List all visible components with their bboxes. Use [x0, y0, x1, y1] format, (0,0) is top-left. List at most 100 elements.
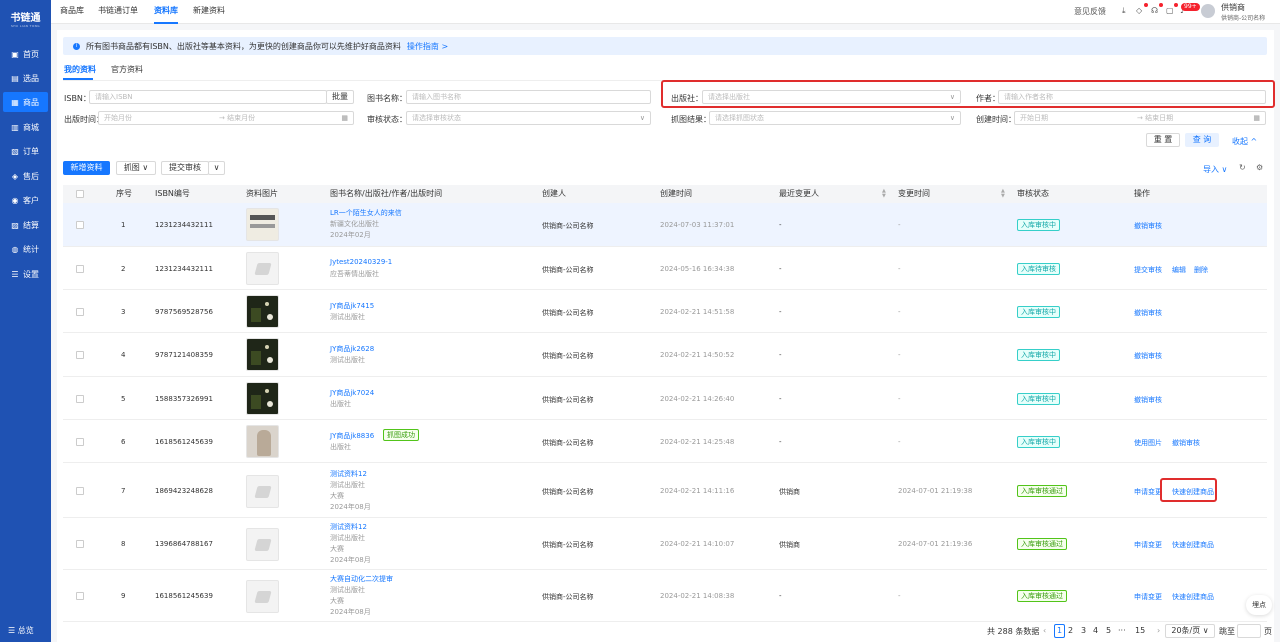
row-checkbox[interactable]: [76, 395, 84, 403]
sidebar-item[interactable]: ☰ 设置: [3, 264, 48, 284]
query-button[interactable]: 查 询: [1185, 133, 1219, 147]
created-range[interactable]: 开始日期 → 结束日期 ▦: [1014, 111, 1266, 125]
row-checkbox[interactable]: [76, 351, 84, 359]
row-action-link[interactable]: 申请变更: [1134, 592, 1162, 602]
user-name[interactable]: 供销商: [1221, 2, 1245, 13]
row-checkbox[interactable]: [76, 592, 84, 600]
settings-icon[interactable]: ⚙: [1256, 163, 1263, 172]
row-checkbox[interactable]: [76, 221, 84, 229]
book-name-input[interactable]: 请输入图书名称: [406, 90, 651, 104]
row-action-link[interactable]: 撤销审核: [1134, 221, 1162, 231]
float-button[interactable]: 埋点: [1246, 595, 1272, 615]
book-title-link[interactable]: JY商品jk7024: [330, 388, 374, 398]
tab-new-data[interactable]: 新建资料: [193, 0, 225, 24]
batch-button[interactable]: 批量: [326, 90, 354, 104]
book-thumbnail[interactable]: [246, 425, 279, 458]
message-icon[interactable]: ▢: [1166, 6, 1174, 15]
guide-link[interactable]: 操作指南 >: [407, 41, 448, 52]
table-row[interactable]: 8 1396864788167 测试资料12 测试出版社 大赛 2024年08月 供销商-公…: [63, 518, 1267, 570]
sidebar-item[interactable]: ▦ 商品: [3, 92, 48, 112]
author-input[interactable]: 请输入作者名称: [998, 90, 1266, 104]
reset-button[interactable]: 重 置: [1146, 133, 1180, 147]
book-title-link[interactable]: JY商品jk8836: [330, 431, 374, 441]
book-thumbnail[interactable]: [246, 580, 279, 613]
sort-icon[interactable]: ▲ ▼: [1001, 189, 1005, 199]
publisher-select[interactable]: 请选择出版社 ∨: [702, 90, 961, 104]
collapse-link[interactable]: 收起 ^: [1232, 136, 1257, 147]
book-title-link[interactable]: JY商品jk2628: [330, 344, 374, 354]
sidebar-overview[interactable]: ☰ 总览: [8, 625, 34, 636]
book-thumbnail[interactable]: [246, 475, 279, 508]
avatar[interactable]: [1201, 4, 1215, 18]
new-data-button[interactable]: 新增资料: [63, 161, 110, 175]
grab-select[interactable]: 请选择抓图状态 ∨: [709, 111, 961, 125]
table-row[interactable]: 6 1618561245639 JY商品jk8836 抓图成功 出版社 供销商-公司名称 2…: [63, 420, 1267, 463]
refresh-icon[interactable]: ↻: [1239, 163, 1246, 172]
book-title-link[interactable]: JY商品jk7415: [330, 301, 374, 311]
sidebar-item[interactable]: ◍ 统计: [3, 239, 48, 259]
book-title-link[interactable]: LR一个陌生女人的来信: [330, 208, 402, 218]
page-number[interactable]: 3: [1081, 626, 1086, 635]
sidebar-item[interactable]: ▧ 订单: [3, 141, 48, 161]
row-action-link[interactable]: 撤销审核: [1134, 351, 1162, 361]
next-page-icon[interactable]: ›: [1157, 626, 1160, 635]
row-checkbox[interactable]: [76, 308, 84, 316]
book-title-link[interactable]: 大赛自动化二次提审: [330, 574, 393, 584]
book-thumbnail[interactable]: [246, 295, 279, 328]
sidebar-item[interactable]: ◈ 售后: [3, 166, 48, 186]
book-thumbnail[interactable]: [246, 382, 279, 415]
audit-select[interactable]: 请选择审核状态 ∨: [406, 111, 651, 125]
submit-audit-button[interactable]: 提交审核: [161, 161, 209, 175]
page-number[interactable]: 15: [1135, 626, 1145, 635]
table-row[interactable]: 2 1231234432111 Jytest20240329-1 应吾蒂情出版社 供销商…: [63, 247, 1267, 290]
row-checkbox[interactable]: [76, 438, 84, 446]
row-action-link[interactable]: 删除: [1194, 265, 1208, 275]
row-action-link[interactable]: 撤销审核: [1172, 438, 1200, 448]
row-action-link[interactable]: 快速创建商品: [1172, 592, 1214, 602]
sidebar-item[interactable]: ▨ 结算: [3, 215, 48, 235]
sidebar-item[interactable]: ▥ 商城: [3, 117, 48, 137]
import-link[interactable]: 导入 ∨: [1203, 164, 1227, 175]
tab-my-data[interactable]: 我的资料: [64, 64, 96, 75]
pubtime-range[interactable]: 开始月份 → 结束月份 ▦: [98, 111, 354, 125]
row-action-link[interactable]: 提交审核: [1134, 265, 1162, 275]
sidebar-item[interactable]: ▣ 首页: [3, 44, 48, 64]
row-action-link[interactable]: 申请变更: [1134, 540, 1162, 550]
row-action-link[interactable]: 快速创建商品: [1172, 540, 1214, 550]
page-number[interactable]: 5: [1106, 626, 1111, 635]
jump-input[interactable]: [1237, 624, 1261, 638]
row-checkbox[interactable]: [76, 265, 84, 273]
row-action-link[interactable]: 使用图片: [1134, 438, 1162, 448]
table-row[interactable]: 1 1231234432111 LR一个陌生女人的来信 新疆文化出版社 2024年02月…: [63, 203, 1267, 247]
grab-dropdown-button[interactable]: 抓图 ∨: [116, 161, 156, 175]
book-thumbnail[interactable]: [246, 252, 279, 285]
sort-icon[interactable]: ▲ ▼: [882, 189, 886, 199]
page-number[interactable]: ···: [1118, 626, 1126, 635]
row-action-link[interactable]: 编辑: [1172, 265, 1186, 275]
row-action-link[interactable]: 撤销审核: [1134, 395, 1162, 405]
table-row[interactable]: 7 1869423248628 测试资料12 测试出版社 大赛 2024年08月 供销商-公…: [63, 463, 1267, 518]
page-number[interactable]: 2: [1068, 626, 1073, 635]
sidebar-item[interactable]: ▤ 选品: [3, 68, 48, 88]
book-title-link[interactable]: Jytest20240329-1: [330, 258, 392, 266]
submit-more-button[interactable]: ∨: [208, 161, 225, 175]
tab-orders[interactable]: 书链通订单: [98, 0, 138, 24]
prev-page-icon[interactable]: ‹: [1043, 626, 1046, 635]
sidebar-item[interactable]: ◉ 客户: [3, 190, 48, 210]
table-row[interactable]: 4 9787121408359 JY商品jk2628 测试出版社 供销商-公司名称 202…: [63, 333, 1267, 377]
row-checkbox[interactable]: [76, 487, 84, 495]
row-checkbox[interactable]: [76, 540, 84, 548]
feedback-link[interactable]: 意见反馈: [1074, 6, 1106, 17]
select-all-checkbox[interactable]: [76, 190, 84, 198]
isbn-input[interactable]: 请输入ISBN: [89, 90, 327, 104]
table-row[interactable]: 5 1588357326991 JY商品jk7024 出版社 供销商-公司名称 2024-…: [63, 377, 1267, 420]
book-title-link[interactable]: 测试资料12: [330, 469, 367, 479]
book-thumbnail[interactable]: [246, 208, 279, 241]
tab-official-data[interactable]: 官方资料: [111, 64, 143, 75]
shop-icon[interactable]: ◇: [1136, 6, 1142, 15]
book-thumbnail[interactable]: [246, 338, 279, 371]
brand-logo[interactable]: 书链通 SHU LIAN TONG: [0, 0, 51, 36]
page-number[interactable]: 1: [1054, 624, 1065, 638]
tab-goods-library[interactable]: 商品库: [60, 0, 84, 24]
book-title-link[interactable]: 测试资料12: [330, 522, 367, 532]
